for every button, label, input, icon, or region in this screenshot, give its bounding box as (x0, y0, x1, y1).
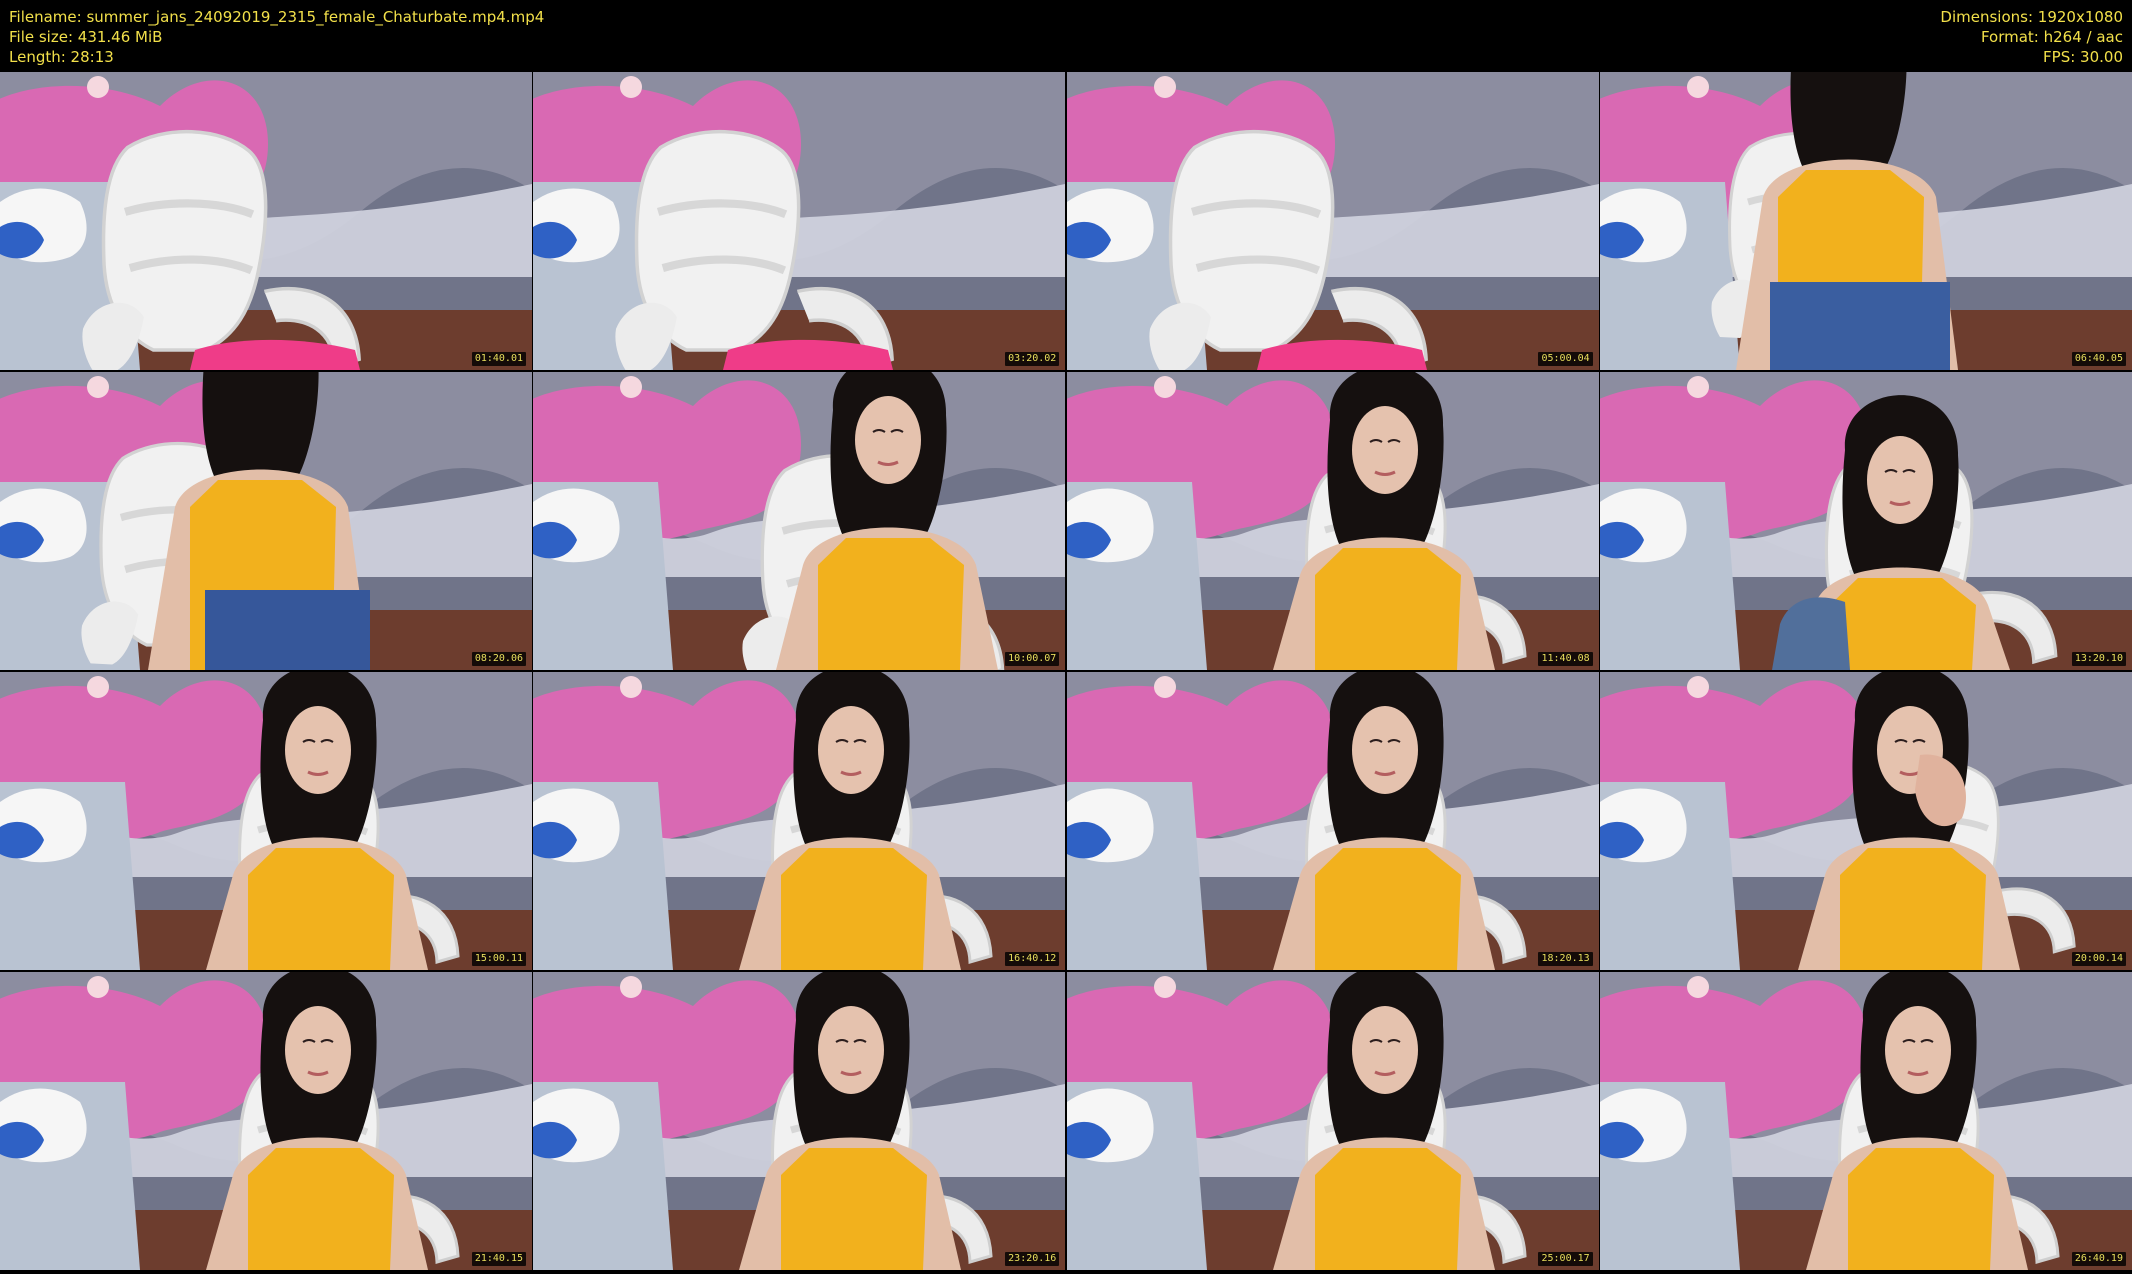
file-size-text: File size: 431.46 MiB (9, 28, 163, 46)
thumbnail-image (1066, 972, 1599, 1270)
jeans (205, 590, 370, 670)
thumbnail-image (533, 372, 1066, 670)
thumbnail-image (0, 72, 532, 370)
video-thumbnail[interactable]: 21:40.15 (0, 972, 532, 1270)
wall-decoration-icon (620, 676, 643, 698)
video-thumbnail[interactable]: 01:40.01 (0, 72, 532, 370)
filename-text: Filename: summer_jans_24092019_2315_fema… (9, 8, 545, 26)
info-header: Filename: summer_jans_24092019_2315_fema… (0, 0, 2132, 72)
thumbnail-image (1599, 972, 2132, 1270)
thumbnail-image (533, 72, 1066, 370)
wall-decoration-icon (1153, 76, 1176, 98)
video-thumbnail[interactable]: 05:00.04 (1066, 72, 1599, 370)
file-meta-left: Filename: summer_jans_24092019_2315_fema… (9, 7, 544, 67)
wall-decoration-icon (1153, 376, 1176, 398)
thumbnail-image (533, 972, 1066, 1270)
thumbnail-image (533, 672, 1066, 970)
video-thumbnail[interactable]: 11:40.08 (1066, 372, 1599, 670)
thumbnail-timestamp: 15:00.11 (471, 952, 526, 966)
thumbnail-image (1066, 72, 1599, 370)
thumbnail-image (1066, 372, 1599, 670)
video-thumbnail[interactable]: 10:00.07 (533, 372, 1066, 670)
file-meta-right: Dimensions: 1920x1080 Format: h264 / aac… (1940, 7, 2123, 67)
thumbnail-image (0, 672, 532, 970)
wall-decoration-icon (1153, 676, 1176, 698)
wall-decoration-icon (1686, 676, 1709, 698)
video-thumbnail[interactable]: 06:40.05 (1599, 72, 2132, 370)
wall-decoration-icon (87, 76, 109, 98)
thumbnail-timestamp: 05:00.04 (1538, 352, 1593, 366)
thumbnail-image (1599, 372, 2132, 670)
wall-decoration-icon (87, 376, 109, 398)
thumbnail-timestamp: 23:20.16 (1005, 1252, 1060, 1266)
thumbnail-image (0, 372, 532, 670)
thumbnail-timestamp: 20:00.14 (2071, 952, 2126, 966)
thumbnail-timestamp: 13:20.10 (2071, 652, 2126, 666)
video-thumbnail[interactable]: 25:00.17 (1066, 972, 1599, 1270)
thumbnail-timestamp: 11:40.08 (1538, 652, 1593, 666)
wall-decoration-icon (87, 976, 109, 998)
wall-decoration-icon (620, 976, 643, 998)
fps-text: FPS: 30.00 (2043, 48, 2123, 66)
thumbnail-image (1066, 672, 1599, 970)
wall-decoration-icon (1686, 376, 1709, 398)
thumbnail-timestamp: 18:20.13 (1538, 952, 1593, 966)
thumbnail-timestamp: 25:00.17 (1538, 1252, 1593, 1266)
thumbnail-timestamp: 21:40.15 (471, 1252, 526, 1266)
wall-decoration-icon (1686, 76, 1709, 98)
video-thumbnail[interactable]: 08:20.06 (0, 372, 532, 670)
wall-decoration-icon (1153, 976, 1176, 998)
thumbnail-timestamp: 08:20.06 (471, 652, 526, 666)
format-text: Format: h264 / aac (1980, 28, 2123, 46)
video-thumbnail[interactable]: 13:20.10 (1599, 372, 2132, 670)
video-thumbnail[interactable]: 15:00.11 (0, 672, 532, 970)
wall-decoration-icon (87, 676, 109, 698)
thumbnail-image (0, 972, 532, 1270)
length-text: Length: 28:13 (9, 48, 114, 66)
video-thumbnail[interactable]: 26:40.19 (1599, 972, 2132, 1270)
wall-decoration-icon (620, 76, 643, 98)
thumbnail-timestamp: 26:40.19 (2071, 1252, 2126, 1266)
dimensions-text: Dimensions: 1920x1080 (1940, 8, 2123, 26)
thumbnail-timestamp: 03:20.02 (1005, 352, 1060, 366)
video-thumbnail[interactable]: 03:20.02 (533, 72, 1066, 370)
thumbnail-timestamp: 06:40.05 (2071, 352, 2126, 366)
wall-decoration-icon (1686, 976, 1709, 998)
thumbnail-timestamp: 10:00.07 (1005, 652, 1060, 666)
jeans (1769, 282, 1950, 370)
video-thumbnail[interactable]: 20:00.14 (1599, 672, 2132, 970)
thumbnail-timestamp: 01:40.01 (471, 352, 526, 366)
thumbnail-image (1599, 672, 2132, 970)
thumbnail-grid: 01:40.01 03:20.02 05:00.04 06:40.05 08:20.06… (0, 72, 2132, 1274)
video-thumbnail[interactable]: 18:20.13 (1066, 672, 1599, 970)
video-thumbnail[interactable]: 16:40.12 (533, 672, 1066, 970)
thumbnail-timestamp: 16:40.12 (1005, 952, 1060, 966)
thumbnail-image (1599, 72, 2132, 370)
video-thumbnail[interactable]: 23:20.16 (533, 972, 1066, 1270)
wall-decoration-icon (620, 376, 643, 398)
